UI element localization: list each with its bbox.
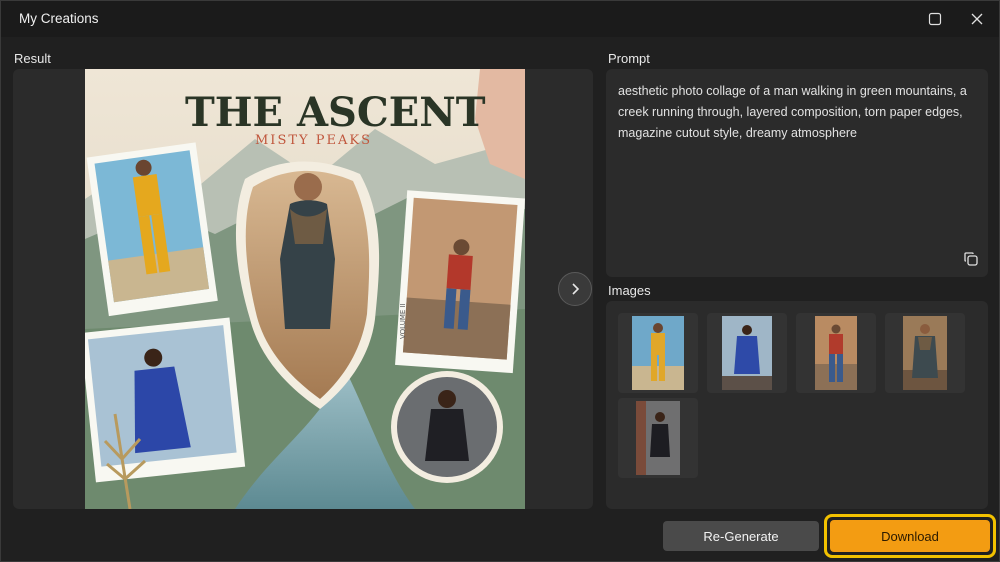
thumb-woman-black-dress [636,401,680,475]
window-title: My Creations [19,11,99,26]
copy-prompt-button[interactable] [961,249,981,269]
copy-icon [964,252,978,266]
thumb-woman-yellow [632,316,684,390]
image-thumbnail[interactable] [707,313,787,393]
chevron-right-icon [572,283,580,295]
prompt-panel: aesthetic photo collage of a man walking… [606,69,988,277]
thumb-man-scarf [903,316,947,390]
thumb-man-blue-suit [722,316,772,390]
result-image: THE ASCENT MISTY PEAKS VOLUME II [85,69,525,509]
title-bar: My Creations [1,1,999,37]
collage-artwork: THE ASCENT MISTY PEAKS VOLUME II [85,69,525,509]
thumb-man-plaid [815,316,857,390]
maximize-icon [928,12,942,26]
poster-title: THE ASCENT [185,89,486,136]
image-thumbnail[interactable] [885,313,965,393]
image-thumbnail[interactable] [618,313,698,393]
next-result-button[interactable] [558,272,592,306]
images-label: Images [608,283,651,298]
images-panel [606,301,988,509]
result-label: Result [14,51,51,66]
my-creations-dialog: My Creations Result Prompt Images THE AS… [0,0,1000,562]
image-thumbnail[interactable] [796,313,876,393]
prompt-label: Prompt [608,51,650,66]
poster-side-text: VOLUME II [399,303,407,339]
image-thumbnail[interactable] [618,398,698,478]
maximize-button[interactable] [915,5,955,33]
close-icon [971,13,983,25]
close-button[interactable] [957,5,997,33]
download-button[interactable]: Download [830,520,990,552]
poster-subtitle: MISTY PEAKS [255,133,372,148]
prompt-text[interactable]: aesthetic photo collage of a man walking… [618,81,978,144]
regenerate-button[interactable]: Re-Generate [663,521,819,551]
